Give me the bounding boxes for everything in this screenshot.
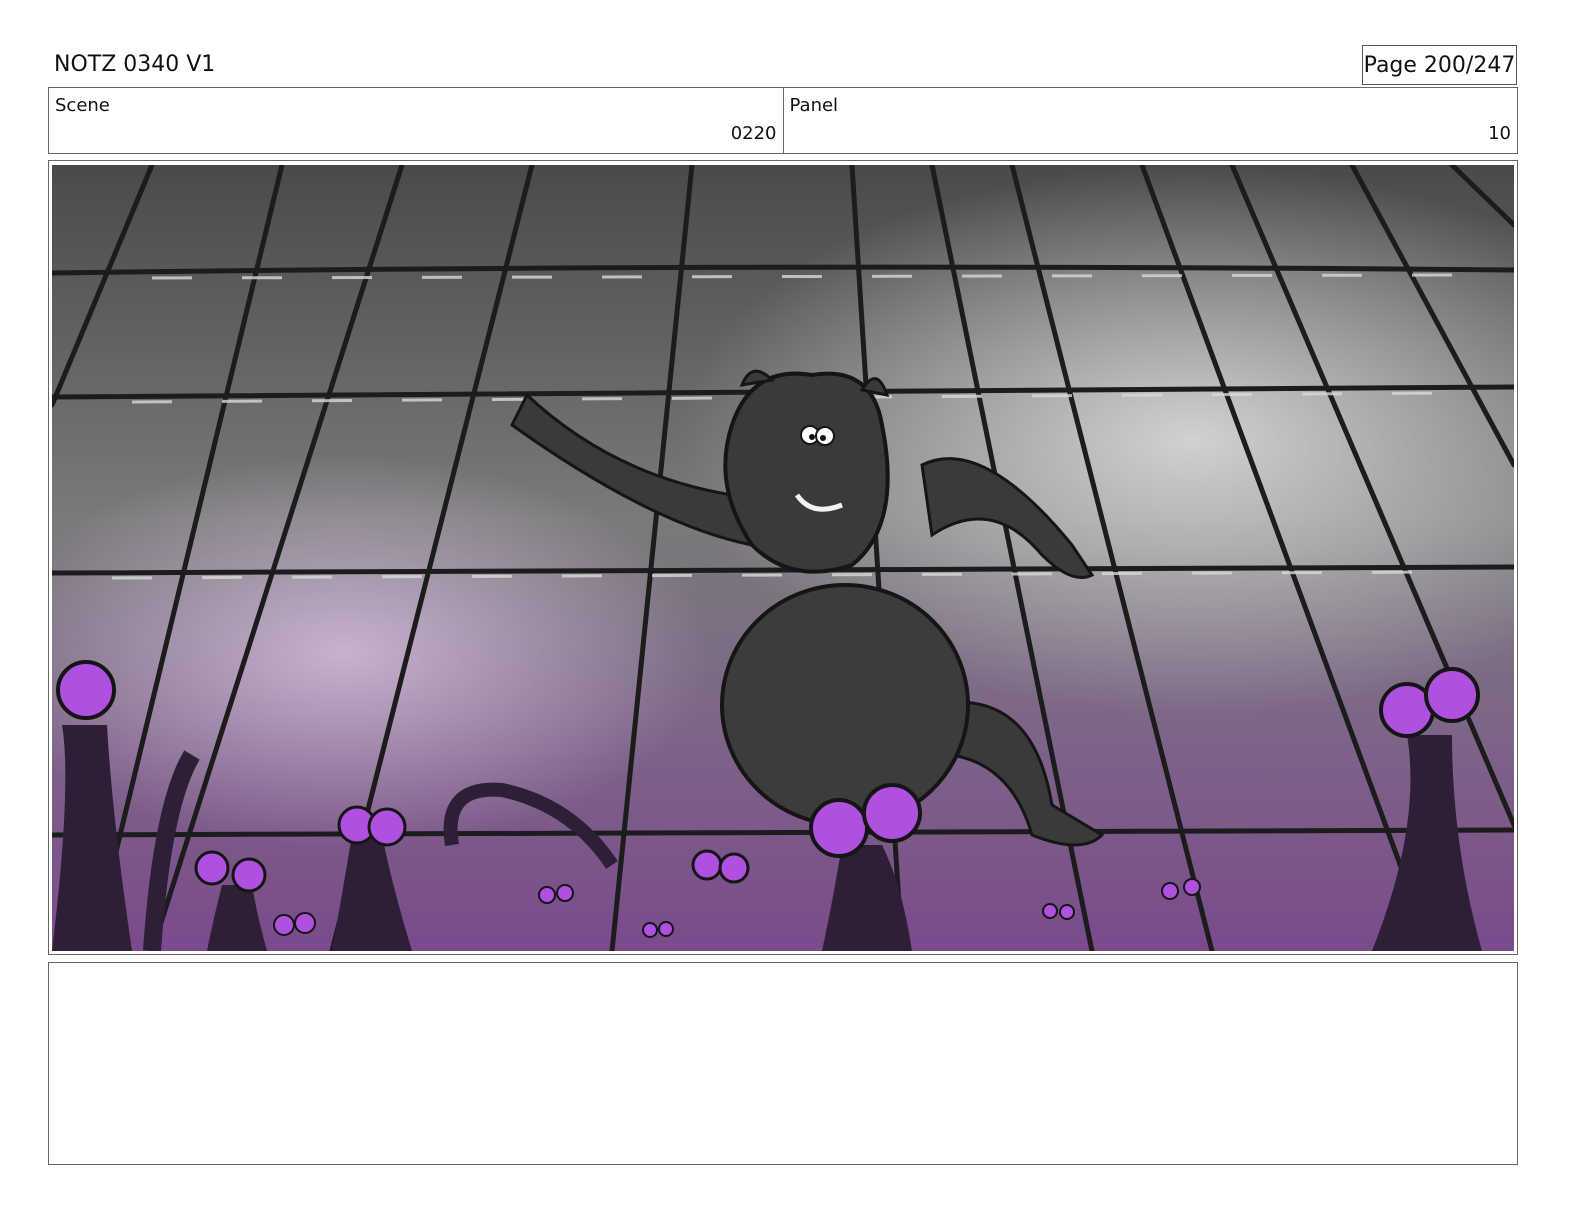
scene-cell: Scene 0220: [49, 88, 783, 153]
scene-label: Scene: [55, 95, 110, 116]
document-title: NOTZ 0340 V1: [54, 52, 216, 77]
panel-notes-box: [48, 962, 1518, 1165]
page-number: Page 200/247: [1362, 45, 1517, 85]
panel-value: 10: [1488, 123, 1511, 144]
panel-drawing: [52, 165, 1514, 951]
scene-value: 0220: [730, 123, 777, 144]
storyboard-panel-image: [52, 165, 1514, 951]
panel-cell: Panel 10: [782, 88, 1518, 153]
panel-label: Panel: [789, 95, 839, 116]
scene-panel-info: Scene 0220 Panel 10: [48, 87, 1518, 154]
